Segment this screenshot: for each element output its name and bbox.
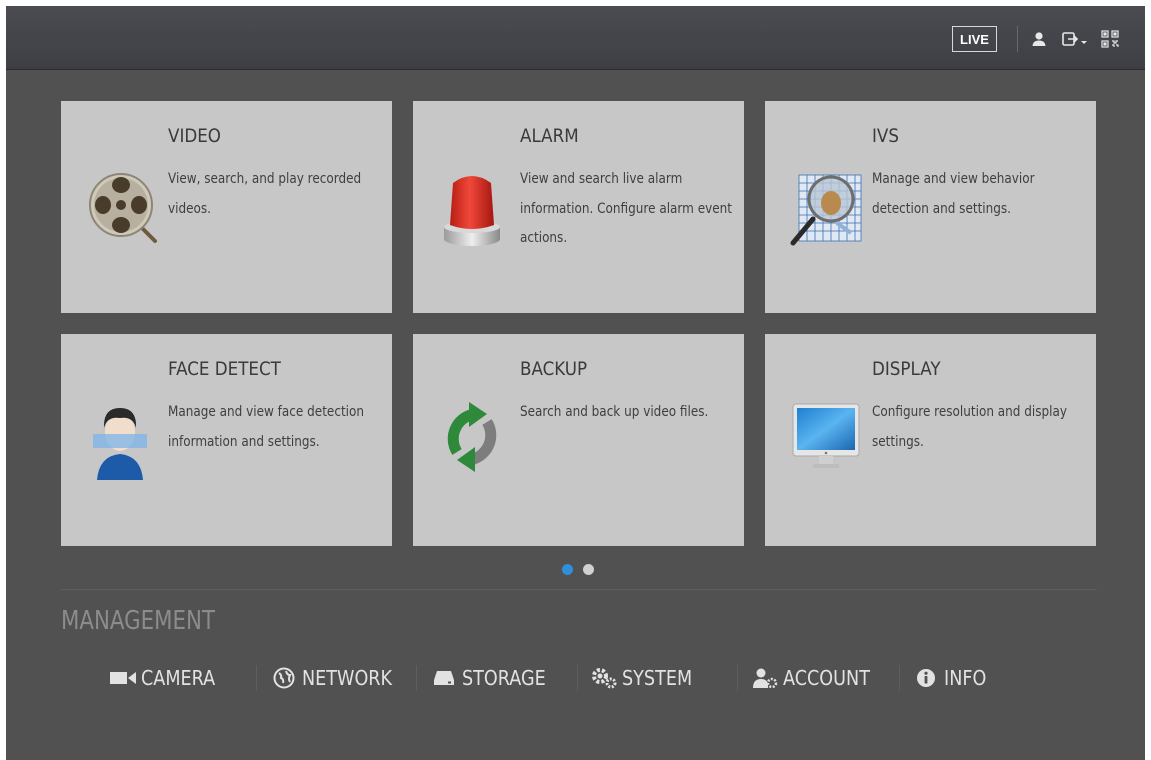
- management-network[interactable]: NETWORK: [270, 661, 404, 695]
- section-divider: [61, 589, 1097, 590]
- main-menu-screen: LIVE VIDEO View, search, and play record…: [6, 6, 1145, 760]
- info-icon: [912, 667, 940, 689]
- card-description: Search and back up video files.: [520, 404, 709, 420]
- management-label: ACCOUNT: [783, 666, 870, 690]
- management-storage[interactable]: STORAGE: [430, 661, 557, 695]
- management-account[interactable]: ACCOUNT: [751, 661, 882, 695]
- management-separator: [577, 665, 578, 691]
- card-title: FACE DETECT: [168, 358, 281, 380]
- management-label: CAMERA: [141, 666, 216, 690]
- card-display[interactable]: DISPLAY Configure resolution and display…: [765, 334, 1096, 546]
- card-ivs[interactable]: IVS Manage and view behavior detection a…: [765, 101, 1096, 313]
- page-dot-1[interactable]: [562, 564, 573, 575]
- management-label: NETWORK: [302, 666, 393, 690]
- top-bar: LIVE: [6, 6, 1145, 70]
- card-backup[interactable]: BACKUP Search and back up video files.: [413, 334, 744, 546]
- gears-icon: [590, 667, 618, 689]
- card-title: VIDEO: [168, 125, 221, 147]
- card-description: View, search, and play recorded videos.: [168, 171, 362, 217]
- card-title: IVS: [872, 125, 899, 147]
- card-title: DISPLAY: [872, 358, 941, 380]
- management-system[interactable]: SYSTEM: [590, 661, 702, 695]
- qr-code-icon[interactable]: [1099, 28, 1121, 50]
- card-description: View and search live alarm information. …: [520, 171, 733, 246]
- sync-arrows-icon: [429, 392, 515, 482]
- live-button[interactable]: LIVE: [952, 26, 997, 52]
- management-label: INFO: [944, 666, 987, 690]
- card-video[interactable]: VIDEO View, search, and play recorded vi…: [61, 101, 392, 313]
- magnifier-grid-icon: [781, 161, 867, 251]
- face-scan-icon: [77, 392, 163, 482]
- management-info[interactable]: INFO: [912, 661, 992, 695]
- page-indicator: [562, 564, 594, 575]
- card-title: ALARM: [520, 125, 579, 147]
- card-description: Manage and view face detection informati…: [168, 404, 365, 450]
- management-separator: [416, 665, 417, 691]
- card-description: Configure resolution and display setting…: [872, 404, 1068, 450]
- user-icon[interactable]: [1028, 28, 1050, 50]
- camera-icon: [109, 667, 137, 689]
- management-title: MANAGEMENT: [61, 606, 215, 636]
- management-camera[interactable]: CAMERA: [109, 661, 225, 695]
- network-globe-icon: [270, 667, 298, 689]
- card-face-detect[interactable]: FACE DETECT Manage and view face detecti…: [61, 334, 392, 546]
- logout-icon[interactable]: [1060, 28, 1090, 50]
- film-reel-icon: [77, 161, 163, 251]
- page-dot-2[interactable]: [583, 564, 594, 575]
- card-title: BACKUP: [520, 358, 588, 380]
- monitor-icon: [781, 392, 867, 482]
- topbar-separator: [1017, 26, 1018, 52]
- management-label: STORAGE: [462, 666, 546, 690]
- card-description: Manage and view behavior detection and s…: [872, 171, 1035, 217]
- management-label: SYSTEM: [622, 666, 693, 690]
- hard-drive-icon: [430, 667, 458, 689]
- management-separator: [256, 665, 257, 691]
- alarm-light-icon: [429, 161, 515, 251]
- management-separator: [899, 665, 900, 691]
- management-separator: [737, 665, 738, 691]
- account-icon: [751, 667, 779, 689]
- card-alarm[interactable]: ALARM View and search live alarm informa…: [413, 101, 744, 313]
